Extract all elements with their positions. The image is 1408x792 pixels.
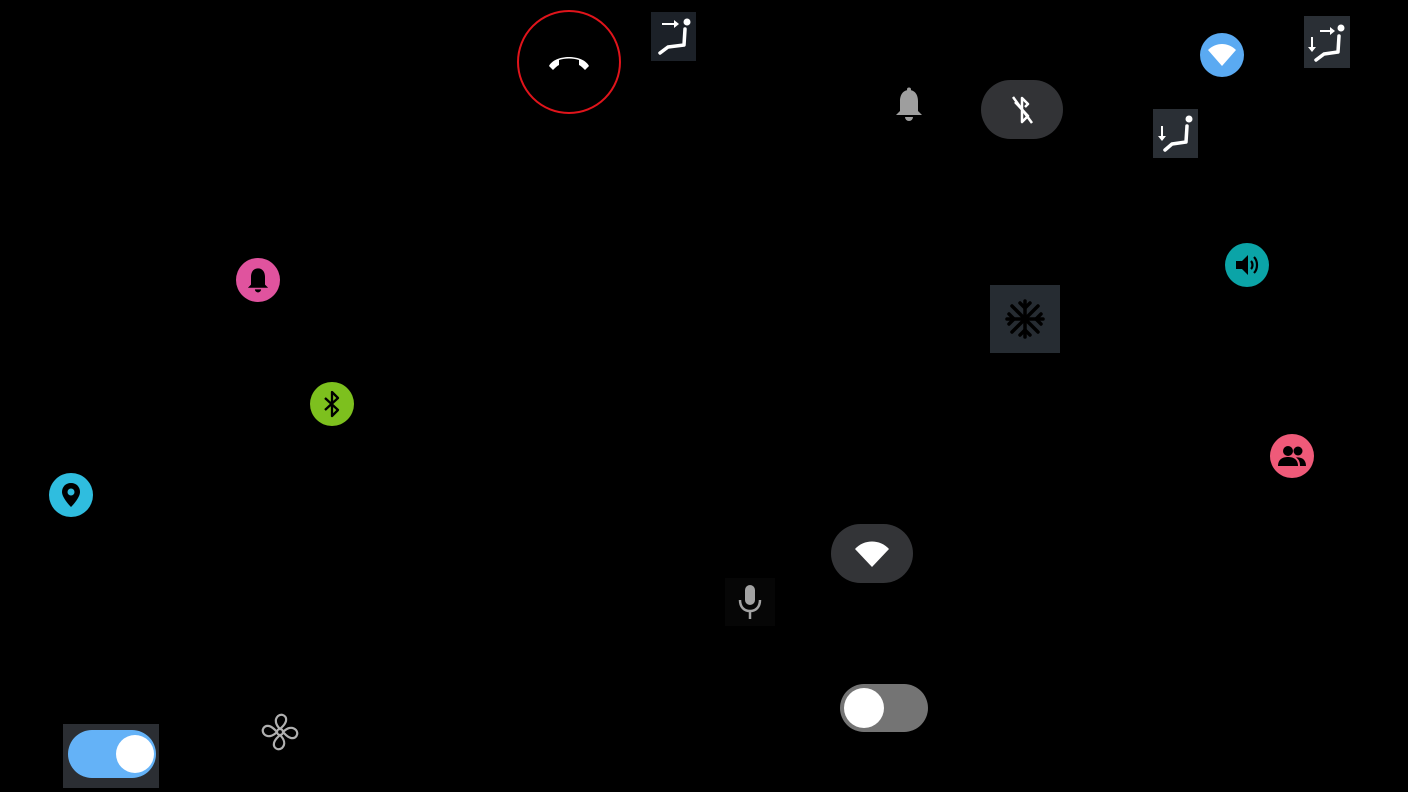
wifi-button[interactable] (1200, 33, 1244, 77)
defrost-button[interactable] (990, 285, 1060, 353)
toggle-knob (844, 688, 884, 728)
bell-icon (894, 87, 924, 123)
fan-button[interactable] (258, 710, 302, 754)
bluetooth-off-icon (1008, 93, 1036, 127)
location-button[interactable] (49, 473, 93, 517)
toggle-track (68, 730, 156, 778)
seat-adjust-button[interactable] (1304, 16, 1350, 68)
bluetooth-toggle-button[interactable] (981, 80, 1063, 139)
alerts-button[interactable] (236, 258, 280, 302)
volume-icon (1233, 252, 1261, 278)
toggle-switch-off[interactable] (840, 684, 928, 732)
seat-move-right-icon (654, 15, 694, 59)
microphone-button[interactable] (725, 578, 775, 626)
bell-icon (246, 266, 270, 294)
wifi-toggle-button[interactable] (831, 524, 913, 583)
snowflake-icon (1003, 297, 1047, 341)
contacts-button[interactable] (1270, 434, 1314, 478)
toggle-switch-on[interactable] (63, 724, 159, 788)
seat-move-both-icon (1306, 19, 1348, 65)
bluetooth-button[interactable] (310, 382, 354, 426)
seat-recline-icon (1156, 112, 1196, 156)
seat-recline-button[interactable] (1153, 109, 1198, 158)
wifi-icon (854, 540, 890, 568)
notifications-button[interactable] (890, 86, 928, 124)
wifi-icon (1206, 42, 1238, 68)
fan-icon (260, 712, 300, 752)
location-pin-icon (61, 482, 81, 508)
bluetooth-icon (322, 390, 342, 418)
microphone-icon (736, 583, 764, 621)
end-call-button[interactable] (517, 10, 621, 114)
end-call-icon (545, 50, 593, 74)
toggle-knob (116, 735, 154, 773)
seat-move-right-button[interactable] (651, 12, 696, 61)
people-icon (1276, 444, 1308, 468)
volume-button[interactable] (1225, 243, 1269, 287)
